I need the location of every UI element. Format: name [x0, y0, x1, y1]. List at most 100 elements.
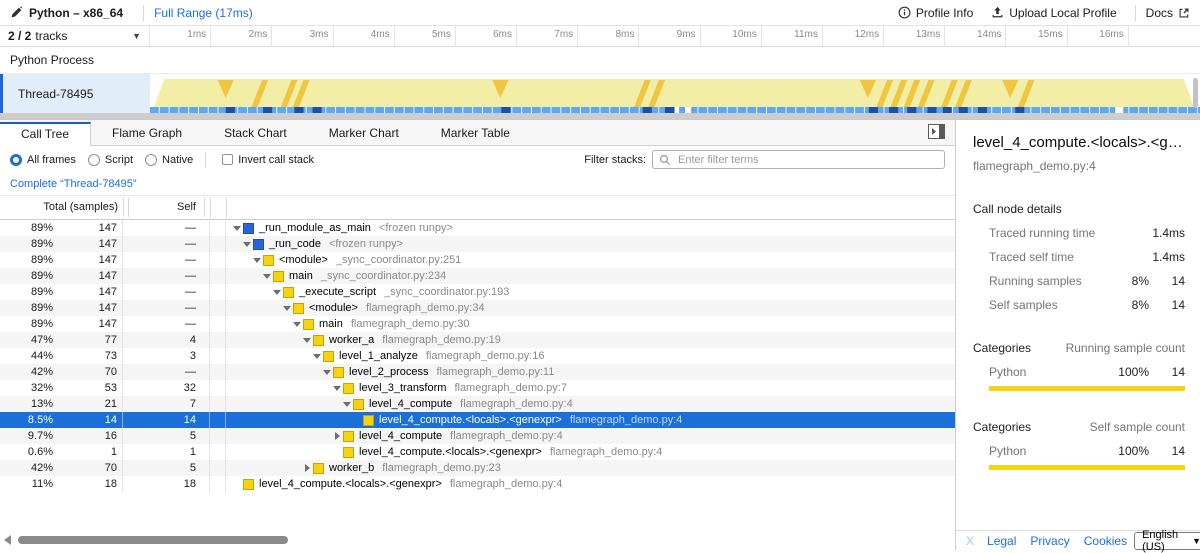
call-node[interactable]: level_4_computeflamegraph_demo.py:4	[226, 396, 573, 412]
expand-arrow-icon[interactable]	[312, 348, 323, 364]
call-node[interactable]: _run_module_as_main<frozen runpy>	[226, 220, 453, 236]
external-link-icon	[1178, 7, 1190, 19]
call-node[interactable]: worker_bflamegraph_demo.py:23	[226, 460, 501, 476]
expand-arrow-icon[interactable]	[262, 268, 273, 284]
call-tree-row[interactable]: 89%147—main_sync_coordinator.py:234	[0, 268, 955, 284]
call-tree-row[interactable]: 42%70—level_2_processflamegraph_demo.py:…	[0, 364, 955, 380]
language-select[interactable]: English (US) ▼	[1134, 532, 1200, 550]
call-node[interactable]: level_4_compute.<locals>.<genexpr>flameg…	[226, 412, 682, 428]
tab-marker-chart[interactable]: Marker Chart	[308, 121, 420, 145]
footer-x-link[interactable]: X	[966, 534, 974, 548]
expand-arrow-icon[interactable]	[292, 316, 303, 332]
tab-marker-table[interactable]: Marker Table	[420, 121, 531, 145]
thread-track-label[interactable]: Thread-78495	[0, 74, 150, 114]
call-node[interactable]: <module>_sync_coordinator.py:251	[226, 252, 461, 268]
call-tree-row[interactable]: 11%1818level_4_compute.<locals>.<genexpr…	[0, 476, 955, 492]
row-self-count: 18	[123, 478, 196, 490]
arrow-spacer	[232, 476, 243, 492]
tab-flame-graph[interactable]: Flame Graph	[91, 121, 203, 145]
tracks-dropdown-button[interactable]: 2 / 2 tracks ▼	[0, 26, 150, 46]
call-tree-row[interactable]: 0.6%11level_4_compute.<locals>.<genexpr>…	[0, 444, 955, 460]
radio-script-label[interactable]: Script	[105, 154, 133, 166]
hscrollbar-thumb[interactable]	[18, 536, 288, 544]
call-tree-row[interactable]: 89%147—_run_module_as_main<frozen runpy>	[0, 220, 955, 236]
top-bar: Python – x86_64 Full Range (17ms) Profil…	[0, 0, 1200, 26]
invert-call-stack-label[interactable]: Invert call stack	[238, 154, 314, 166]
language-select-value: English (US)	[1142, 529, 1178, 553]
tracks-word: tracks	[35, 29, 67, 43]
call-tree-row[interactable]: 89%147—<module>_sync_coordinator.py:251	[0, 252, 955, 268]
filter-stacks-field[interactable]	[652, 150, 945, 169]
expand-arrow-icon[interactable]	[322, 364, 333, 380]
function-name: level_4_compute.<locals>.<genexpr>	[379, 414, 562, 426]
call-tree-row[interactable]: 32%5332level_3_transformflamegraph_demo.…	[0, 380, 955, 396]
call-tree-row[interactable]: 47%774worker_aflamegraph_demo.py:19	[0, 332, 955, 348]
radio-native-label[interactable]: Native	[162, 154, 193, 166]
row-self-count: —	[123, 238, 196, 250]
expand-arrow-icon[interactable]	[272, 284, 283, 300]
call-tree-row[interactable]: 42%705worker_bflamegraph_demo.py:23	[0, 460, 955, 476]
scroll-left-arrow-icon[interactable]	[4, 535, 11, 545]
tab-stack-chart[interactable]: Stack Chart	[203, 121, 308, 145]
tab-call-tree[interactable]: Call Tree	[0, 122, 91, 146]
call-node[interactable]: _execute_script_sync_coordinator.py:193	[226, 284, 509, 300]
category-percent: 100%	[1115, 444, 1149, 458]
expand-arrow-icon[interactable]	[342, 396, 353, 412]
filter-stacks-input[interactable]	[676, 153, 938, 167]
radio-all-frames[interactable]	[10, 154, 22, 166]
call-tree-row[interactable]: 89%147—<module>flamegraph_demo.py:34	[0, 300, 955, 316]
radio-script[interactable]	[88, 154, 100, 166]
radio-all-frames-label[interactable]: All frames	[27, 154, 76, 166]
call-tree-row[interactable]: 8.5%1414level_4_compute.<locals>.<genexp…	[0, 412, 955, 428]
column-header-total[interactable]: Total (samples)	[0, 201, 118, 213]
ruler-tick: 15ms	[1006, 26, 1067, 46]
call-tree-row[interactable]: 13%217level_4_computeflamegraph_demo.py:…	[0, 396, 955, 412]
timeline-horizontal-scrollbar[interactable]	[0, 113, 1200, 119]
call-node[interactable]: level_1_analyzeflamegraph_demo.py:16	[226, 348, 545, 364]
expand-arrow-icon[interactable]	[252, 252, 263, 268]
thread-track[interactable]: Thread-78495	[0, 74, 1200, 120]
footer-link-legal[interactable]: Legal	[987, 534, 1016, 548]
collapsed-arrow-icon[interactable]	[302, 460, 313, 476]
call-node[interactable]: level_2_processflamegraph_demo.py:11	[226, 364, 554, 380]
ruler-tick: 13ms	[884, 26, 945, 46]
expand-arrow-icon[interactable]	[302, 332, 313, 348]
call-node[interactable]: <module>flamegraph_demo.py:34	[226, 300, 485, 316]
call-node[interactable]: level_4_computeflamegraph_demo.py:4	[226, 428, 563, 444]
call-tree-row[interactable]: 9.7%165level_4_computeflamegraph_demo.py…	[0, 428, 955, 444]
radio-native[interactable]	[145, 154, 157, 166]
process-track-header[interactable]: Python Process	[0, 47, 1200, 74]
row-total-percent: 32%	[0, 382, 53, 394]
full-range-link[interactable]: Full Range (17ms)	[154, 6, 253, 20]
call-node[interactable]: level_4_compute.<locals>.<genexpr>flameg…	[226, 476, 562, 492]
complete-thread-link[interactable]: Complete “Thread-78495”	[10, 178, 137, 190]
call-tree-row[interactable]: 89%147—_execute_script_sync_coordinator.…	[0, 284, 955, 300]
expand-arrow-icon[interactable]	[242, 236, 253, 252]
timeline-vertical-scrollbar[interactable]	[1193, 78, 1198, 108]
expand-arrow-icon[interactable]	[282, 300, 293, 316]
upload-local-profile-button[interactable]: Upload Local Profile	[991, 6, 1116, 20]
call-node[interactable]: level_4_compute.<locals>.<genexpr>flameg…	[226, 444, 662, 460]
category-color-swatch	[273, 271, 284, 282]
thread-activity-graph[interactable]	[150, 74, 1200, 114]
sidebar-toggle-icon[interactable]	[928, 124, 945, 142]
call-tree-row[interactable]: 44%733level_1_analyzeflamegraph_demo.py:…	[0, 348, 955, 364]
call-tree-row[interactable]: 89%147—mainflamegraph_demo.py:30	[0, 316, 955, 332]
expand-arrow-icon[interactable]	[332, 380, 343, 396]
profile-info-button[interactable]: Profile Info	[898, 6, 973, 20]
call-node[interactable]: level_3_transformflamegraph_demo.py:7	[226, 380, 567, 396]
footer-link-cookies[interactable]: Cookies	[1084, 534, 1127, 548]
call-tree-row[interactable]: 89%147—_run_code<frozen runpy>	[0, 236, 955, 252]
call-node[interactable]: main_sync_coordinator.py:234	[226, 268, 446, 284]
expand-arrow-icon[interactable]	[232, 220, 243, 236]
collapsed-arrow-icon[interactable]	[332, 428, 343, 444]
footer-link-privacy[interactable]: Privacy	[1030, 534, 1069, 548]
invert-call-stack-checkbox[interactable]	[222, 154, 233, 165]
docs-button[interactable]: Docs	[1146, 6, 1190, 20]
column-header-self[interactable]: Self	[130, 201, 196, 213]
call-node[interactable]: mainflamegraph_demo.py:30	[226, 316, 469, 332]
edit-profile-name-icon[interactable]	[10, 6, 23, 19]
call-node[interactable]: worker_aflamegraph_demo.py:19	[226, 332, 501, 348]
function-name: _run_module_as_main	[259, 222, 371, 234]
call-node[interactable]: _run_code<frozen runpy>	[226, 236, 403, 252]
